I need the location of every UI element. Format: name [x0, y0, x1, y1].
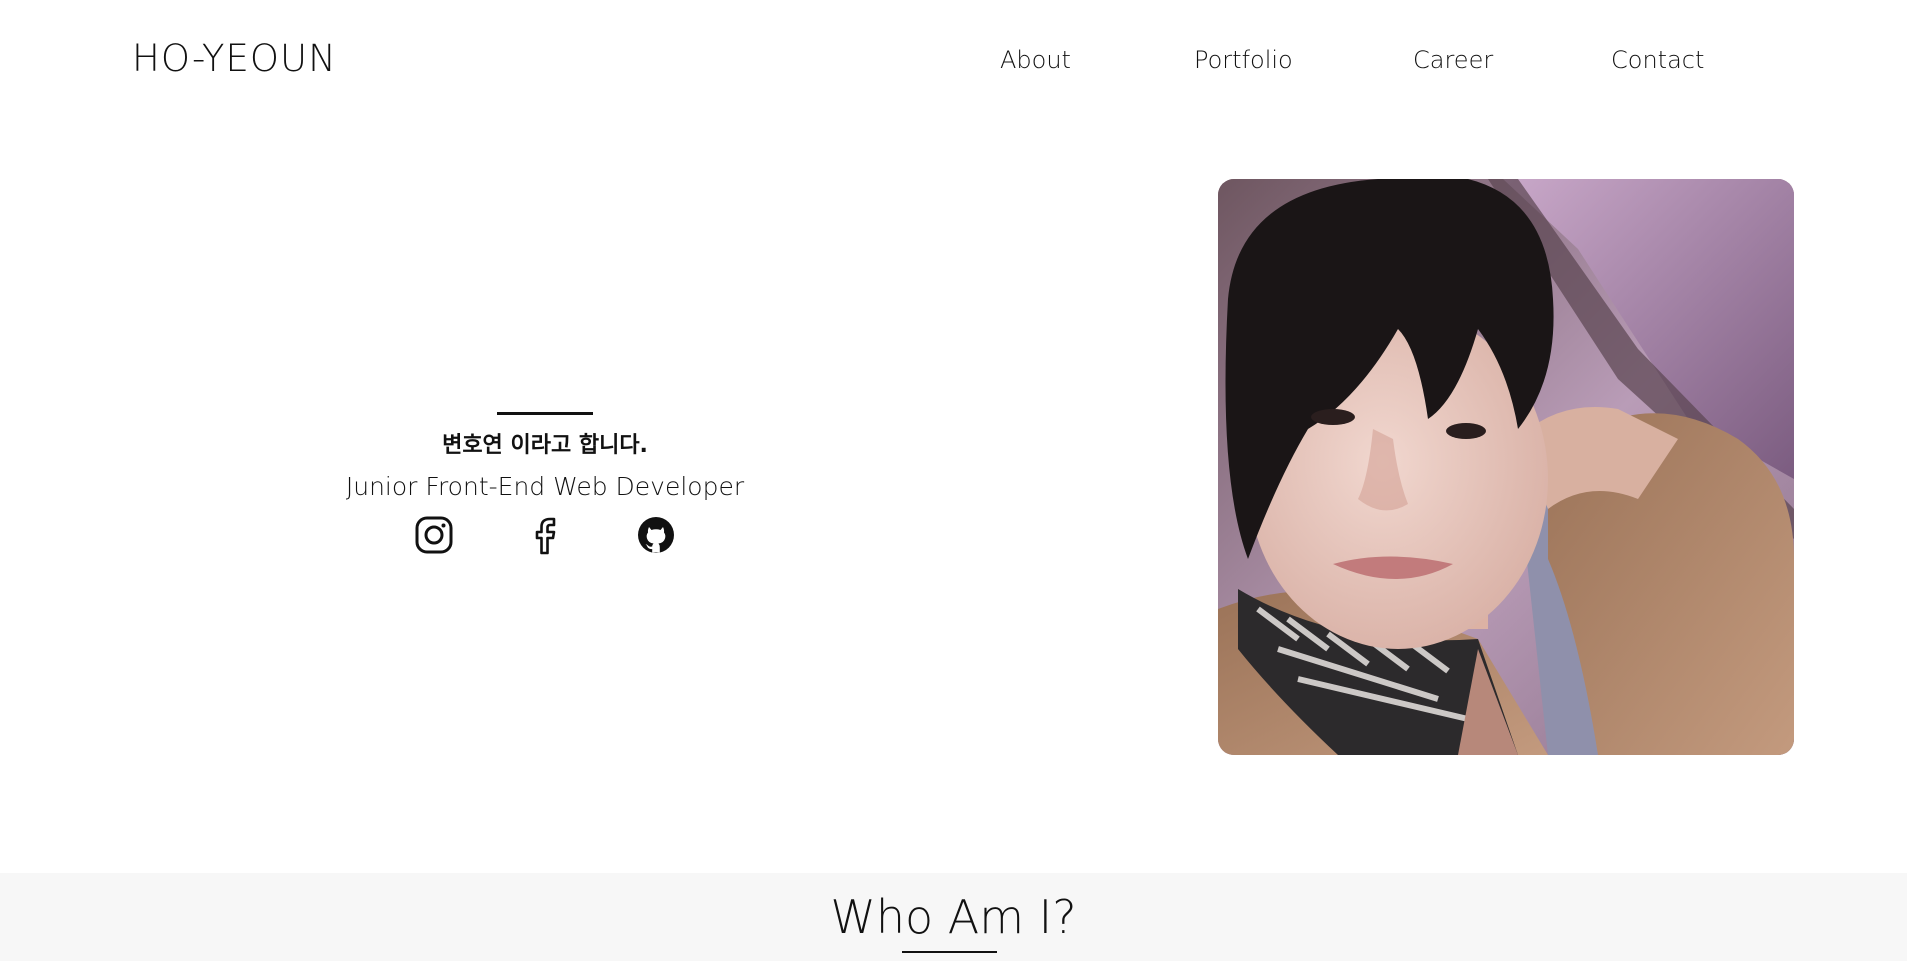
github-icon: [636, 515, 676, 555]
who-am-i-section: Who Am I?: [0, 873, 1907, 961]
section-title-underline: [902, 951, 997, 953]
main-nav: About Portfolio Career Contact: [0, 46, 1907, 80]
nav-portfolio[interactable]: Portfolio: [1194, 46, 1293, 74]
section-title: Who Am I?: [830, 890, 1077, 944]
role-text: Junior Front-End Web Developer: [345, 472, 745, 501]
social-links: [300, 513, 790, 561]
instagram-icon: [414, 515, 454, 555]
nav-contact[interactable]: Contact: [1611, 46, 1704, 74]
intro-divider: [497, 412, 593, 415]
facebook-link[interactable]: [524, 513, 568, 557]
nav-about[interactable]: About: [1000, 46, 1071, 74]
github-link[interactable]: [634, 513, 678, 557]
nav-career[interactable]: Career: [1413, 46, 1493, 74]
profile-photo: [1218, 179, 1794, 755]
site-header: HO-YEOUN About Portfolio Career Contact: [0, 0, 1907, 124]
intro-section: 변호연 이라고 합니다. Junior Front-End Web Develo…: [300, 412, 790, 561]
page: HO-YEOUN About Portfolio Career Contact …: [0, 0, 1907, 961]
instagram-link[interactable]: [412, 513, 456, 557]
greeting-text: 변호연 이라고 합니다.: [442, 433, 648, 458]
facebook-icon: [531, 515, 561, 555]
